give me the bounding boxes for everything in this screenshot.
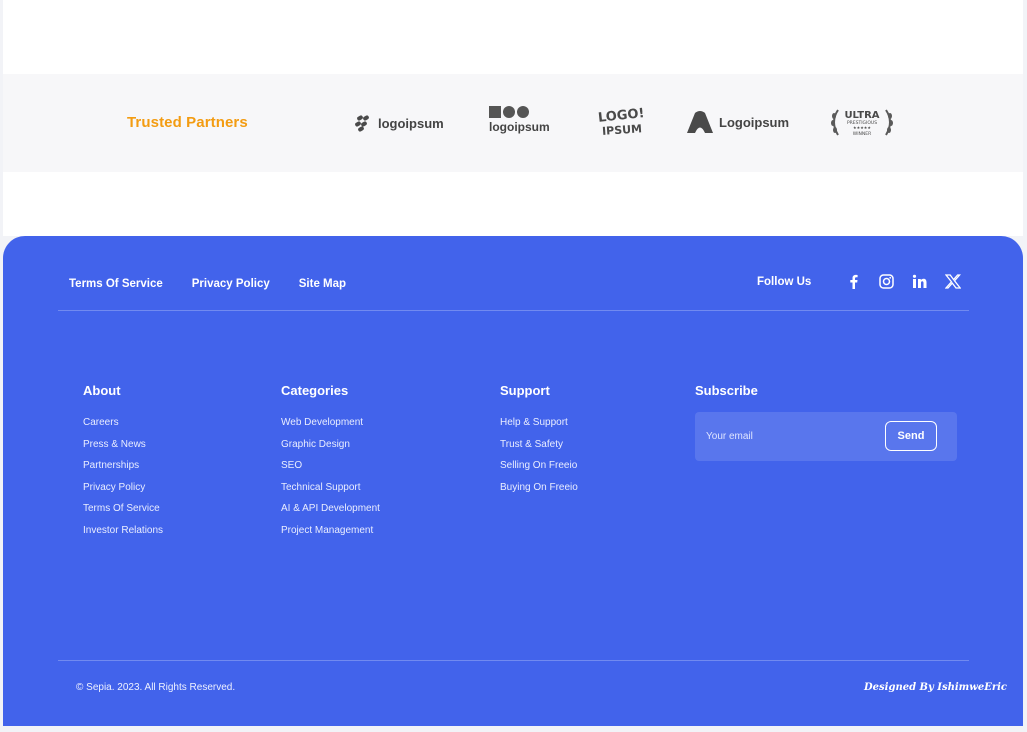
categories-heading: Categories	[281, 383, 349, 398]
terms-of-service-link[interactable]: Terms Of Service	[69, 278, 163, 290]
category-link-seo[interactable]: SEO	[281, 455, 380, 477]
site-footer: Terms Of Service Privacy Policy Site Map…	[3, 236, 1023, 726]
footer-support-column: Support Help & Support Trust & Safety Se…	[500, 383, 578, 498]
footer-about-column: About Careers Press & News Partnerships …	[83, 383, 163, 542]
arch-logo-icon	[687, 111, 713, 133]
support-link-trust[interactable]: Trust & Safety	[500, 434, 578, 456]
partner-logo-1-text: logoipsum	[378, 115, 444, 131]
privacy-policy-link[interactable]: Privacy Policy	[192, 278, 270, 290]
partner-logo-5: ULTRA PRESTIGIOUS ★★★★★ WINNER	[828, 106, 896, 138]
logo-shapes-icon	[489, 106, 529, 118]
footer-subscribe-column: Subscribe Send	[695, 383, 957, 461]
svg-text:★★★★★: ★★★★★	[853, 125, 871, 130]
partner-logo-1: logoipsum	[354, 112, 444, 134]
subscribe-heading: Subscribe	[695, 383, 758, 398]
logoipsum-mark-icon	[355, 115, 369, 132]
support-heading: Support	[500, 383, 550, 398]
follow-us-label: Follow Us	[757, 276, 812, 288]
footer-bottom-divider	[58, 660, 969, 661]
footer-top-divider	[58, 310, 969, 311]
email-input[interactable]	[695, 412, 875, 461]
copyright-text: © Sepia. 2023. All Rights Reserved.	[76, 682, 236, 693]
category-link-web-dev[interactable]: Web Development	[281, 412, 380, 434]
about-link-privacy[interactable]: Privacy Policy	[83, 477, 163, 499]
spacer-card	[3, 172, 1023, 236]
site-map-link[interactable]: Site Map	[299, 278, 346, 290]
partner-logo-4: Logoipsum	[685, 110, 789, 134]
svg-text:WINNER: WINNER	[853, 131, 871, 137]
about-link-press[interactable]: Press & News	[83, 434, 163, 456]
partner-logo-3: LOGO! IPSUM	[596, 106, 644, 138]
support-link-help[interactable]: Help & Support	[500, 412, 578, 434]
category-link-graphic-design[interactable]: Graphic Design	[281, 434, 380, 456]
about-link-careers[interactable]: Careers	[83, 412, 163, 434]
about-heading: About	[83, 383, 121, 398]
x-icon[interactable]	[944, 273, 961, 290]
laurel-badge-icon: ULTRA PRESTIGIOUS ★★★★★ WINNER	[831, 109, 893, 137]
about-link-investors[interactable]: Investor Relations	[83, 520, 163, 542]
category-link-project-mgmt[interactable]: Project Management	[281, 520, 380, 542]
partner-logo-2: logoipsum	[489, 106, 550, 134]
partners-title: Trusted Partners	[127, 114, 248, 131]
subscribe-form: Send	[695, 412, 957, 461]
facebook-icon[interactable]	[845, 273, 862, 290]
support-link-buying[interactable]: Buying On Freeio	[500, 477, 578, 499]
partner-logo-2-text: logoipsum	[489, 120, 550, 134]
send-button[interactable]: Send	[885, 421, 937, 451]
social-links	[845, 273, 961, 290]
footer-top-links: Terms Of Service Privacy Policy Site Map	[69, 278, 346, 290]
category-link-ai-api[interactable]: AI & API Development	[281, 498, 380, 520]
linkedin-icon[interactable]	[911, 273, 928, 290]
footer-categories-column: Categories Web Development Graphic Desig…	[281, 383, 380, 542]
about-link-terms[interactable]: Terms Of Service	[83, 498, 163, 520]
about-link-partnerships[interactable]: Partnerships	[83, 455, 163, 477]
logo-ipsum-badge-icon: LOGO! IPSUM	[597, 106, 644, 138]
designed-by-credit[interactable]: Designed By IshimweEric	[864, 682, 1007, 693]
svg-text:ULTRA: ULTRA	[844, 110, 879, 121]
partner-logo-4-text: Logoipsum	[719, 114, 790, 130]
top-card	[3, 0, 1023, 74]
svg-text:IPSUM: IPSUM	[602, 122, 643, 138]
instagram-icon[interactable]	[878, 273, 895, 290]
category-link-tech-support[interactable]: Technical Support	[281, 477, 380, 499]
support-link-selling[interactable]: Selling On Freeio	[500, 455, 578, 477]
